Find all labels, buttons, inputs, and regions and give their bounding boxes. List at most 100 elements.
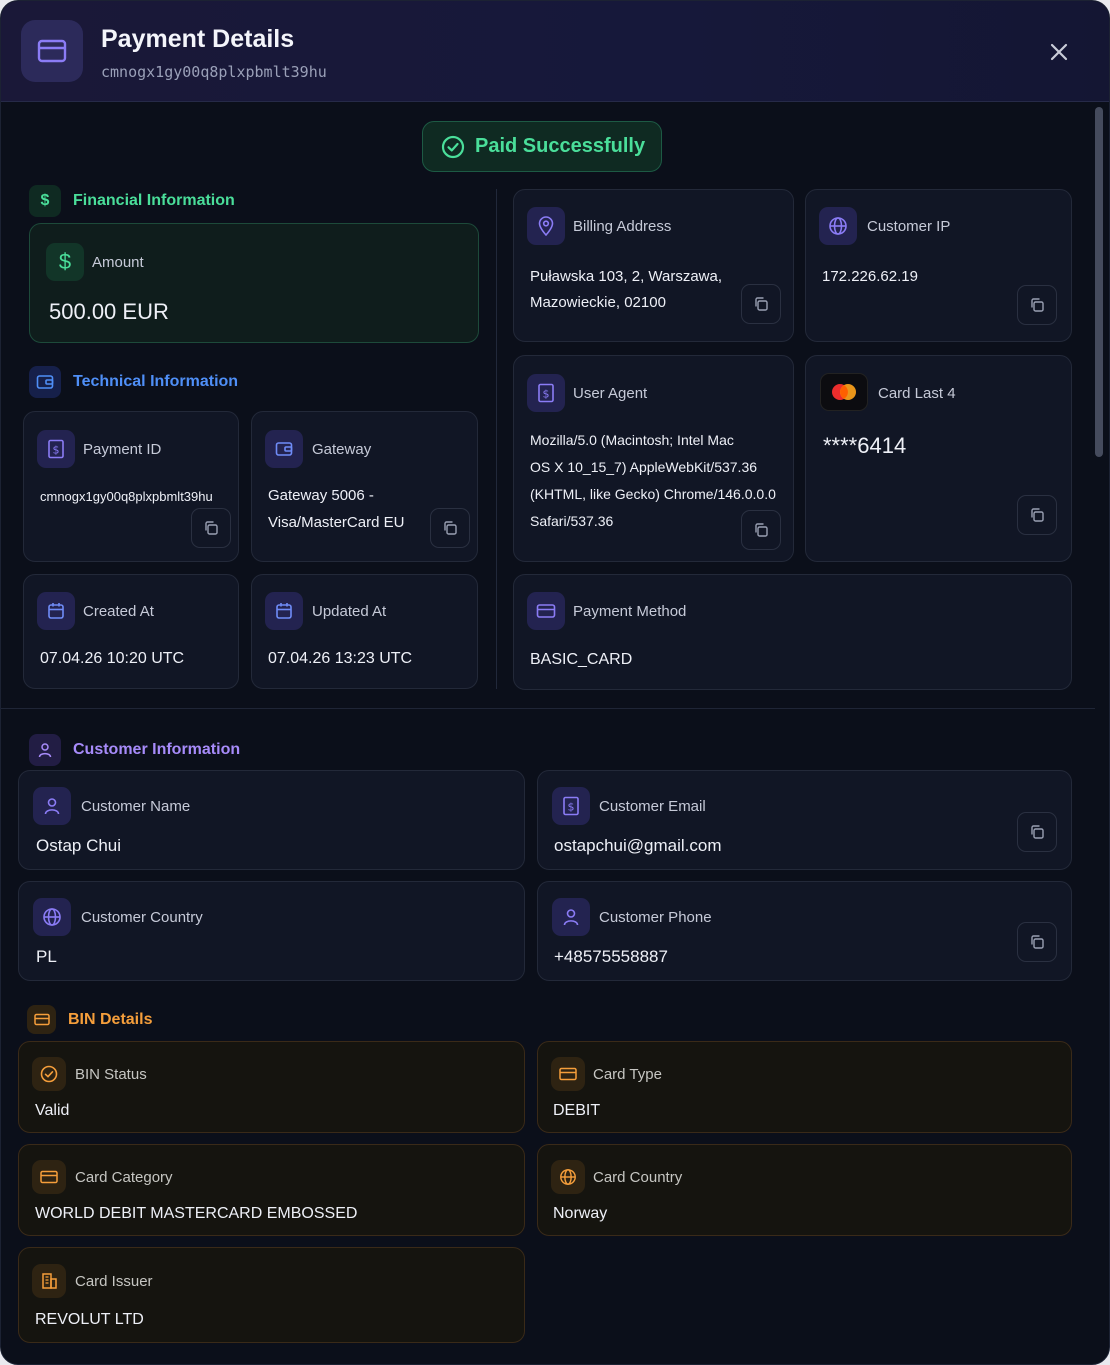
bin-status-card: BIN Status Valid xyxy=(18,1041,525,1133)
credit-card-icon xyxy=(551,1057,585,1091)
calendar-icon xyxy=(37,592,75,630)
user-icon xyxy=(29,734,61,766)
customer-country-value: PL xyxy=(36,947,57,966)
mastercard-icon xyxy=(820,373,868,411)
card-country-label: Card Country xyxy=(593,1169,683,1186)
copy-customer-phone-button[interactable] xyxy=(1017,922,1057,962)
close-button[interactable] xyxy=(1041,34,1077,70)
card-issuer-value: REVOLUT LTD xyxy=(35,1311,144,1328)
customer-email-card: $ Customer Email ostapchui@gmail.com xyxy=(537,770,1072,870)
gateway-value-line2: Visa/MasterCard EU xyxy=(268,514,405,531)
copy-icon xyxy=(1031,298,1044,312)
copy-icon xyxy=(205,521,218,535)
updated-at-label: Updated At xyxy=(312,603,387,620)
gateway-card: Gateway Gateway 5006 - Visa/MasterCard E… xyxy=(251,411,478,562)
user-agent-line4: Safari/537.36 xyxy=(530,513,614,529)
customer-ip-value: 172.226.62.19 xyxy=(822,268,918,285)
updated-at-card: Updated At 07.04.26 13:23 UTC xyxy=(251,574,478,689)
receipt-icon: $ xyxy=(552,787,590,825)
card-last4-value: ****6414 xyxy=(823,433,907,458)
dollar-icon: $ xyxy=(46,243,84,281)
copy-card-last4-button[interactable] xyxy=(1017,495,1057,535)
copy-gateway-button[interactable] xyxy=(430,508,470,548)
payment-id-card: $ Payment ID cmnogx1gy00q8plxpbmlt39hu xyxy=(23,411,239,562)
payment-method-value: BASIC_CARD xyxy=(530,651,633,668)
section-divider xyxy=(1,708,1095,709)
gateway-value-line1: Gateway 5006 - xyxy=(268,487,374,504)
receipt-icon: $ xyxy=(37,430,75,468)
card-country-card: Card Country Norway xyxy=(537,1144,1072,1236)
payment-id-subtitle: cmnogx1gy00q8plxpbmlt39hu xyxy=(101,63,327,81)
payment-method-card: Payment Method BASIC_CARD xyxy=(513,574,1072,690)
updated-at-value: 07.04.26 13:23 UTC xyxy=(268,650,413,667)
copy-icon xyxy=(1031,935,1044,949)
close-icon xyxy=(1050,43,1068,61)
card-type-card: Card Type DEBIT xyxy=(537,1041,1072,1133)
svg-text:$: $ xyxy=(568,801,575,814)
customer-phone-card: Customer Phone +48575558887 xyxy=(537,881,1072,981)
card-category-value: WORLD DEBIT MASTERCARD EMBOSSED xyxy=(35,1205,358,1222)
svg-text:$: $ xyxy=(543,388,550,401)
copy-icon xyxy=(444,521,457,535)
user-agent-line3: (KHTML, like Gecko) Chrome/146.0.0.0 xyxy=(530,486,776,502)
user-icon xyxy=(552,898,590,936)
map-pin-icon xyxy=(527,207,565,245)
copy-customer-ip-button[interactable] xyxy=(1017,285,1057,325)
card-issuer-label: Card Issuer xyxy=(75,1273,153,1290)
card-type-label: Card Type xyxy=(593,1066,662,1083)
copy-icon xyxy=(755,523,768,537)
customer-name-value: Ostap Chui xyxy=(36,836,122,855)
status-label: Paid Successfully xyxy=(475,135,646,157)
wallet-icon xyxy=(265,430,303,468)
modal-header: Payment Details cmnogx1gy00q8plxpbmlt39h… xyxy=(1,1,1109,102)
copy-payment-id-button[interactable] xyxy=(191,508,231,548)
payment-method-label: Payment Method xyxy=(573,603,687,620)
calendar-icon xyxy=(265,592,303,630)
copy-icon xyxy=(1031,825,1044,839)
svg-text:$: $ xyxy=(53,444,60,457)
amount-label: Amount xyxy=(92,254,144,271)
gateway-label: Gateway xyxy=(312,441,372,458)
card-type-value: DEBIT xyxy=(553,1102,601,1119)
scrollbar[interactable] xyxy=(1095,107,1103,457)
user-agent-line1: Mozilla/5.0 (Macintosh; Intel Mac xyxy=(530,432,734,448)
customer-ip-label: Customer IP xyxy=(867,218,951,235)
credit-card-icon xyxy=(27,1005,56,1034)
card-country-value: Norway xyxy=(553,1205,608,1222)
check-circle-icon xyxy=(441,135,465,158)
customer-name-label: Customer Name xyxy=(81,798,191,815)
technical-section-label: Technical Information xyxy=(73,373,239,390)
copy-icon xyxy=(1031,508,1044,522)
financial-section-label: Financial Information xyxy=(73,192,235,209)
amount-card: $ Amount 500.00 EUR xyxy=(29,223,479,343)
created-at-label: Created At xyxy=(83,603,154,620)
user-icon xyxy=(33,787,71,825)
amount-value: 500.00 EUR xyxy=(49,299,169,324)
credit-card-icon xyxy=(527,592,565,630)
copy-user-agent-button[interactable] xyxy=(741,510,781,550)
card-last4-card: Card Last 4 ****6414 xyxy=(805,355,1072,562)
copy-billing-address-button[interactable] xyxy=(741,284,781,324)
customer-country-card: Customer Country PL xyxy=(18,881,525,981)
card-last4-label: Card Last 4 xyxy=(878,385,956,402)
receipt-icon: $ xyxy=(527,374,565,412)
card-issuer-card: Card Issuer REVOLUT LTD xyxy=(18,1247,525,1343)
customer-phone-value: +48575558887 xyxy=(554,947,668,966)
copy-customer-email-button[interactable] xyxy=(1017,812,1057,852)
billing-address-line1: Puławska 103, 2, Warszawa, xyxy=(530,268,723,285)
bin-section-title: BIN Details xyxy=(27,1005,152,1034)
created-at-value: 07.04.26 10:20 UTC xyxy=(40,650,185,667)
credit-card-icon xyxy=(32,1160,66,1194)
status-badge: Paid Successfully xyxy=(422,121,662,172)
customer-section-label: Customer Information xyxy=(73,741,241,758)
credit-card-icon xyxy=(21,20,83,82)
payment-id-value: cmnogx1gy00q8plxpbmlt39hu xyxy=(40,489,213,504)
globe-icon xyxy=(33,898,71,936)
payment-id-label: Payment ID xyxy=(83,441,162,458)
billing-address-card: Billing Address Puławska 103, 2, Warszaw… xyxy=(513,189,794,342)
check-circle-icon xyxy=(32,1057,66,1091)
globe-icon xyxy=(551,1160,585,1194)
bin-section-label: BIN Details xyxy=(68,1010,153,1028)
customer-section-title: Customer Information xyxy=(29,734,240,766)
user-agent-line2: OS X 10_15_7) AppleWebKit/537.36 xyxy=(530,459,758,475)
